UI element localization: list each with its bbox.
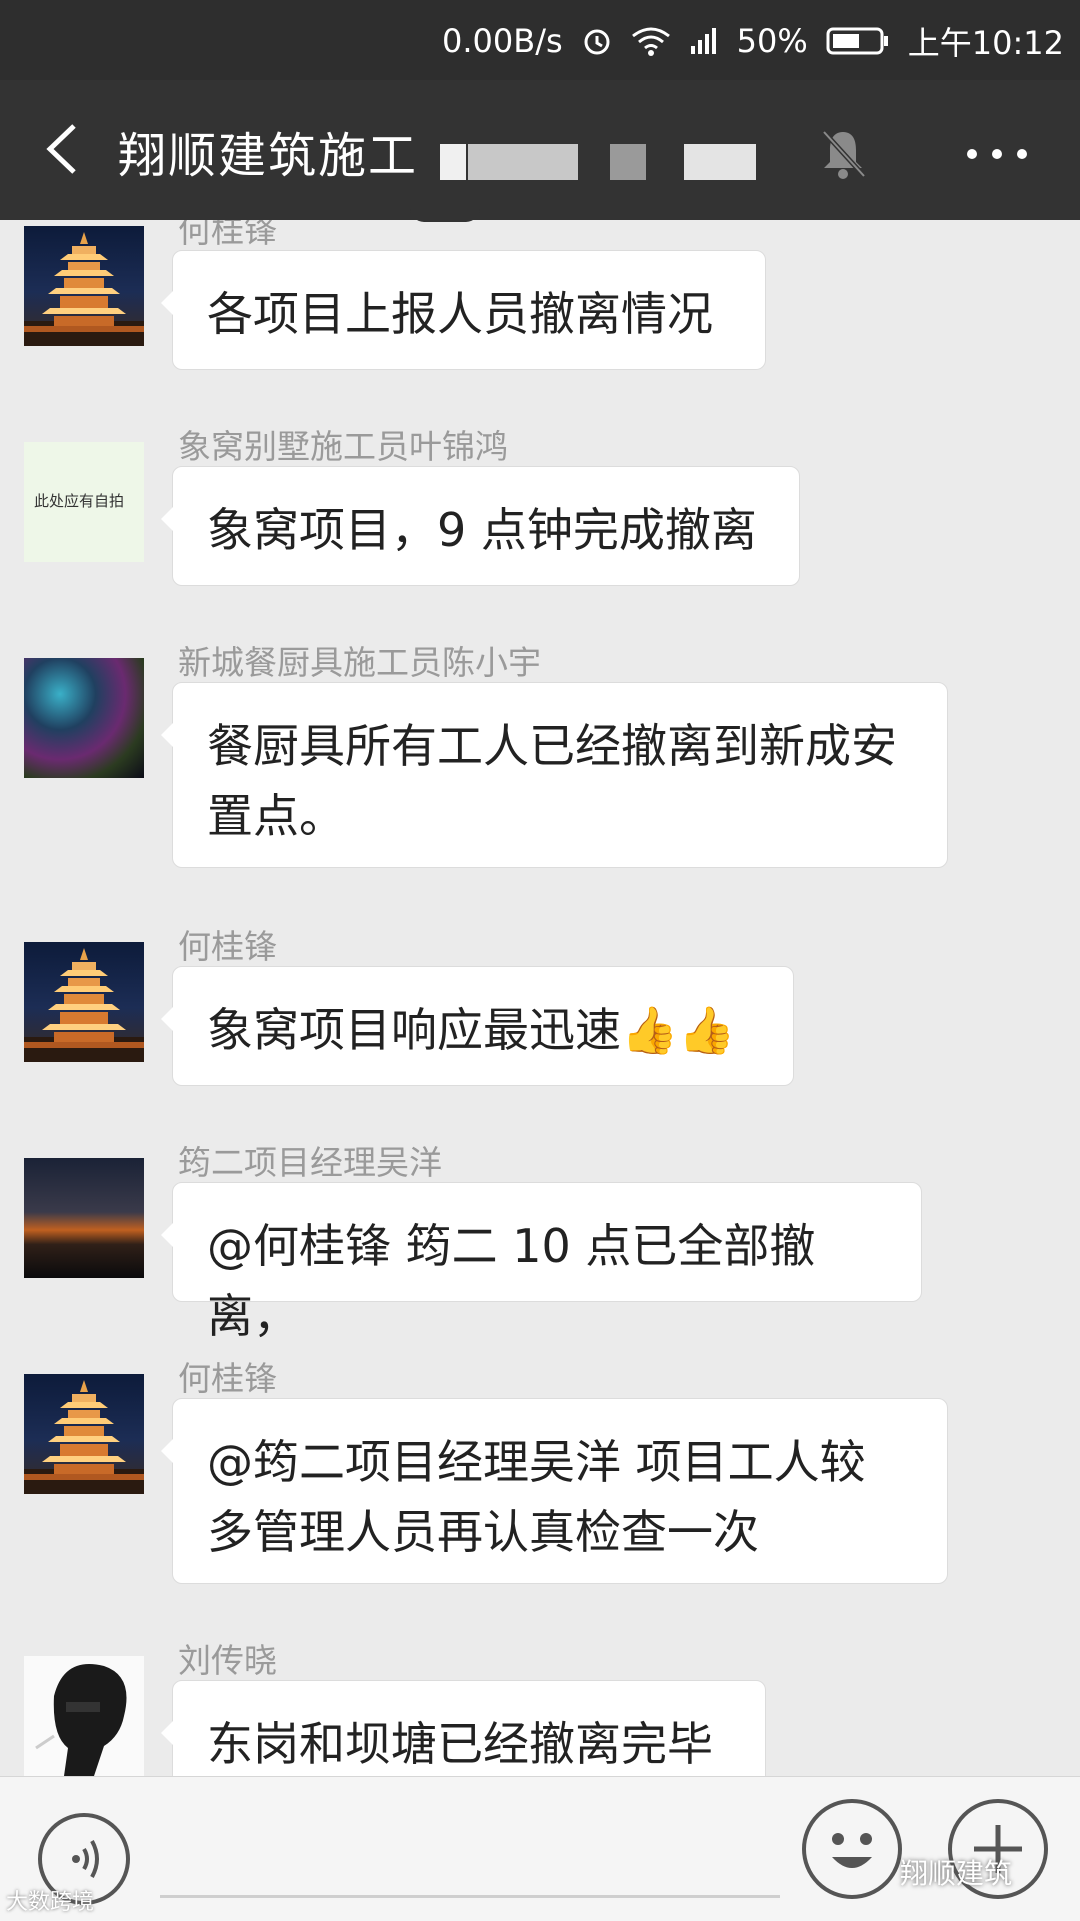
- message-bubble[interactable]: 象窝项目响应最迅速👍👍: [161, 966, 794, 1086]
- sender-name: 何桂锋: [178, 220, 277, 250]
- message-text-line: 餐厨具所有工人已经撤离到新成安: [207, 719, 897, 773]
- message-text-line: 置点。: [207, 789, 345, 843]
- net-speed: 0.00B/s: [441, 22, 563, 60]
- signal-icon: [689, 26, 719, 56]
- chat-header: 翔顺建筑施工: [0, 80, 1080, 220]
- blurred-title-part: [610, 144, 646, 180]
- pagoda-avatar[interactable]: [24, 1374, 144, 1494]
- sender-name: 筠二项目经理吴洋: [178, 1143, 442, 1182]
- mute-icon: [818, 126, 868, 182]
- more-icon[interactable]: [962, 144, 1032, 164]
- message-text: 象窝项目响应最迅速: [207, 1003, 621, 1057]
- watermark-left: 大数跨境: [6, 1890, 95, 1915]
- pagoda-avatar[interactable]: [24, 942, 144, 1062]
- message-bubble[interactable]: @筠二项目经理吴洋 项目工人较 多管理人员再认真检查一次: [161, 1398, 948, 1584]
- message-list[interactable]: 何桂锋 各项目上报人员撤离情况 此处应有自拍 象窝别墅施工员叶锦鸿 象窝项目，9…: [0, 220, 1080, 1776]
- man-avatar[interactable]: [24, 1656, 144, 1776]
- blurred-title-part: [468, 144, 578, 180]
- avatar-text: 此处应有自拍: [34, 492, 125, 510]
- message-bubble[interactable]: 象窝项目，9 点钟完成撤离: [161, 466, 800, 586]
- emoji-icon[interactable]: [802, 1799, 902, 1899]
- message-input[interactable]: [160, 1895, 780, 1898]
- message-text-line: 多管理人员再认真检查一次: [207, 1505, 759, 1559]
- message-bubble[interactable]: 东岗和坝塘已经撤离完毕: [161, 1680, 766, 1776]
- battery-text: 50%: [736, 22, 808, 60]
- thumbs-up-emoji: 👍👍: [621, 1003, 736, 1057]
- sunset-avatar[interactable]: [24, 1158, 144, 1278]
- sender-name: 新城餐厨具施工员陈小宇: [178, 643, 541, 682]
- message-text: 东岗和坝塘已经撤离完毕: [207, 1717, 713, 1771]
- sender-name: 何桂锋: [178, 1359, 277, 1398]
- chat-title: 翔顺建筑施工: [118, 128, 419, 184]
- pagoda-avatar[interactable]: [24, 226, 144, 346]
- sender-name: 象窝别墅施工员叶锦鸿: [178, 427, 508, 466]
- message-text: 各项目上报人员撤离情况: [207, 287, 713, 341]
- wifi-icon: [631, 26, 671, 56]
- battery-icon: [826, 25, 890, 57]
- blurred-title-part: [684, 144, 756, 180]
- clock: 上午10:12: [907, 24, 1064, 62]
- nebula-avatar[interactable]: [24, 658, 144, 778]
- message-text: 象窝项目，9 点钟完成撤离: [207, 503, 757, 557]
- alarm-icon: [581, 25, 613, 57]
- message-bubble[interactable]: 餐厨具所有工人已经撤离到新成安 置点。: [161, 682, 948, 868]
- message-text: @何桂锋 筠二 10 点已全部撤离，: [207, 1219, 816, 1343]
- message-bubble[interactable]: 各项目上报人员撤离情况: [161, 250, 766, 370]
- watermark-right: 翔顺建筑: [900, 1857, 1013, 1890]
- sender-name: 何桂锋: [178, 927, 277, 966]
- message-bubble[interactable]: @何桂锋 筠二 10 点已全部撤离，: [161, 1182, 922, 1343]
- back-icon[interactable]: [34, 114, 94, 184]
- blurred-title-part: [440, 144, 466, 180]
- status-bar: 0.00B/s 50% 上午10:12: [0, 0, 1080, 80]
- input-bar: [0, 1776, 1080, 1921]
- selfie-placeholder-avatar[interactable]: 此处应有自拍: [24, 442, 144, 562]
- message-text-line: @筠二项目经理吴洋 项目工人较: [207, 1435, 866, 1489]
- sender-name: 刘传晓: [178, 1641, 277, 1680]
